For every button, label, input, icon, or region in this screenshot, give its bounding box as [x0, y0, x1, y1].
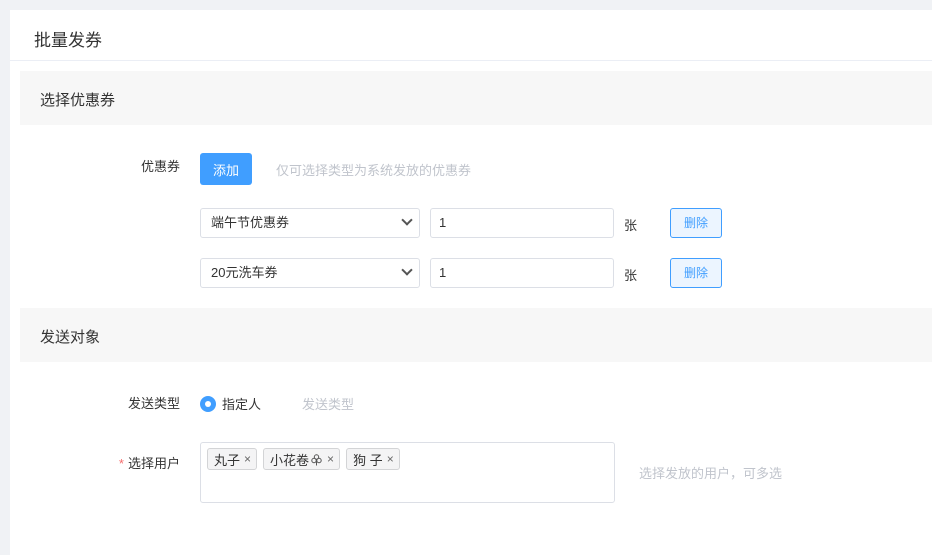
- top-strip: [0, 0, 932, 10]
- batch-coupon-panel: 批量发券 选择优惠券 优惠券 添加 仅可选择类型为系统发放的优惠券 端午节优惠券…: [10, 10, 932, 555]
- user-tag: 狗 子 ×: [346, 448, 400, 470]
- user-tags: 丸子 × 小花卷 × 狗 子 ×: [207, 448, 400, 470]
- coupon-select-1[interactable]: 端午节优惠券: [200, 208, 420, 238]
- coupon-select-1-value: 端午节优惠券: [211, 215, 290, 230]
- user-tag-label: 狗 子: [353, 452, 383, 468]
- coupon-hint: 仅可选择类型为系统发放的优惠券: [276, 163, 472, 178]
- user-tag-label: 丸子: [214, 452, 241, 468]
- flower-icon: [311, 453, 322, 465]
- select-users-label: * 选择用户: [70, 453, 180, 472]
- section-title-target: 发送对象: [40, 329, 101, 346]
- section-title-coupon: 选择优惠券: [40, 92, 116, 109]
- title-divider: [10, 60, 932, 61]
- coupon-select-2[interactable]: 20元洗车券: [200, 258, 420, 288]
- delete-button-1[interactable]: 删除: [670, 208, 722, 238]
- delete-button-2[interactable]: 删除: [670, 258, 722, 288]
- section-header-coupon: 选择优惠券: [20, 71, 932, 125]
- required-mark: *: [118, 456, 124, 471]
- unit-label-2: 张: [624, 268, 638, 283]
- quantity-input-2[interactable]: 1: [430, 258, 614, 288]
- close-icon[interactable]: ×: [244, 452, 251, 466]
- users-select[interactable]: 丸子 × 小花卷 × 狗 子 ×: [200, 442, 615, 503]
- chevron-down-icon: [401, 214, 413, 226]
- add-coupon-button[interactable]: 添加: [200, 153, 252, 185]
- radio-checked-icon: [200, 395, 216, 412]
- page-title: 批量发券: [34, 31, 102, 50]
- user-tag: 丸子 ×: [207, 448, 258, 470]
- send-type-radio-label: 指定人: [222, 397, 262, 412]
- chevron-down-icon: [401, 264, 413, 276]
- send-type-radio-specified[interactable]: 指定人: [200, 394, 261, 413]
- unit-label-1: 张: [624, 218, 638, 233]
- coupon-select-2-value: 20元洗车券: [211, 265, 278, 280]
- send-type-label: 发送类型: [127, 396, 180, 411]
- quantity-input-1[interactable]: 1: [430, 208, 614, 238]
- close-icon[interactable]: ×: [327, 452, 334, 466]
- user-tag-label: 小花卷: [270, 452, 310, 468]
- coupon-label: 优惠券: [140, 159, 180, 174]
- user-tag: 小花卷 ×: [263, 448, 341, 470]
- close-icon[interactable]: ×: [387, 452, 394, 466]
- section-header-target: 发送对象: [20, 308, 932, 362]
- users-hint: 选择发放的用户，可多选: [639, 466, 783, 481]
- select-users-label-text: 选择用户: [127, 456, 180, 471]
- send-type-other: 发送类型: [302, 397, 355, 412]
